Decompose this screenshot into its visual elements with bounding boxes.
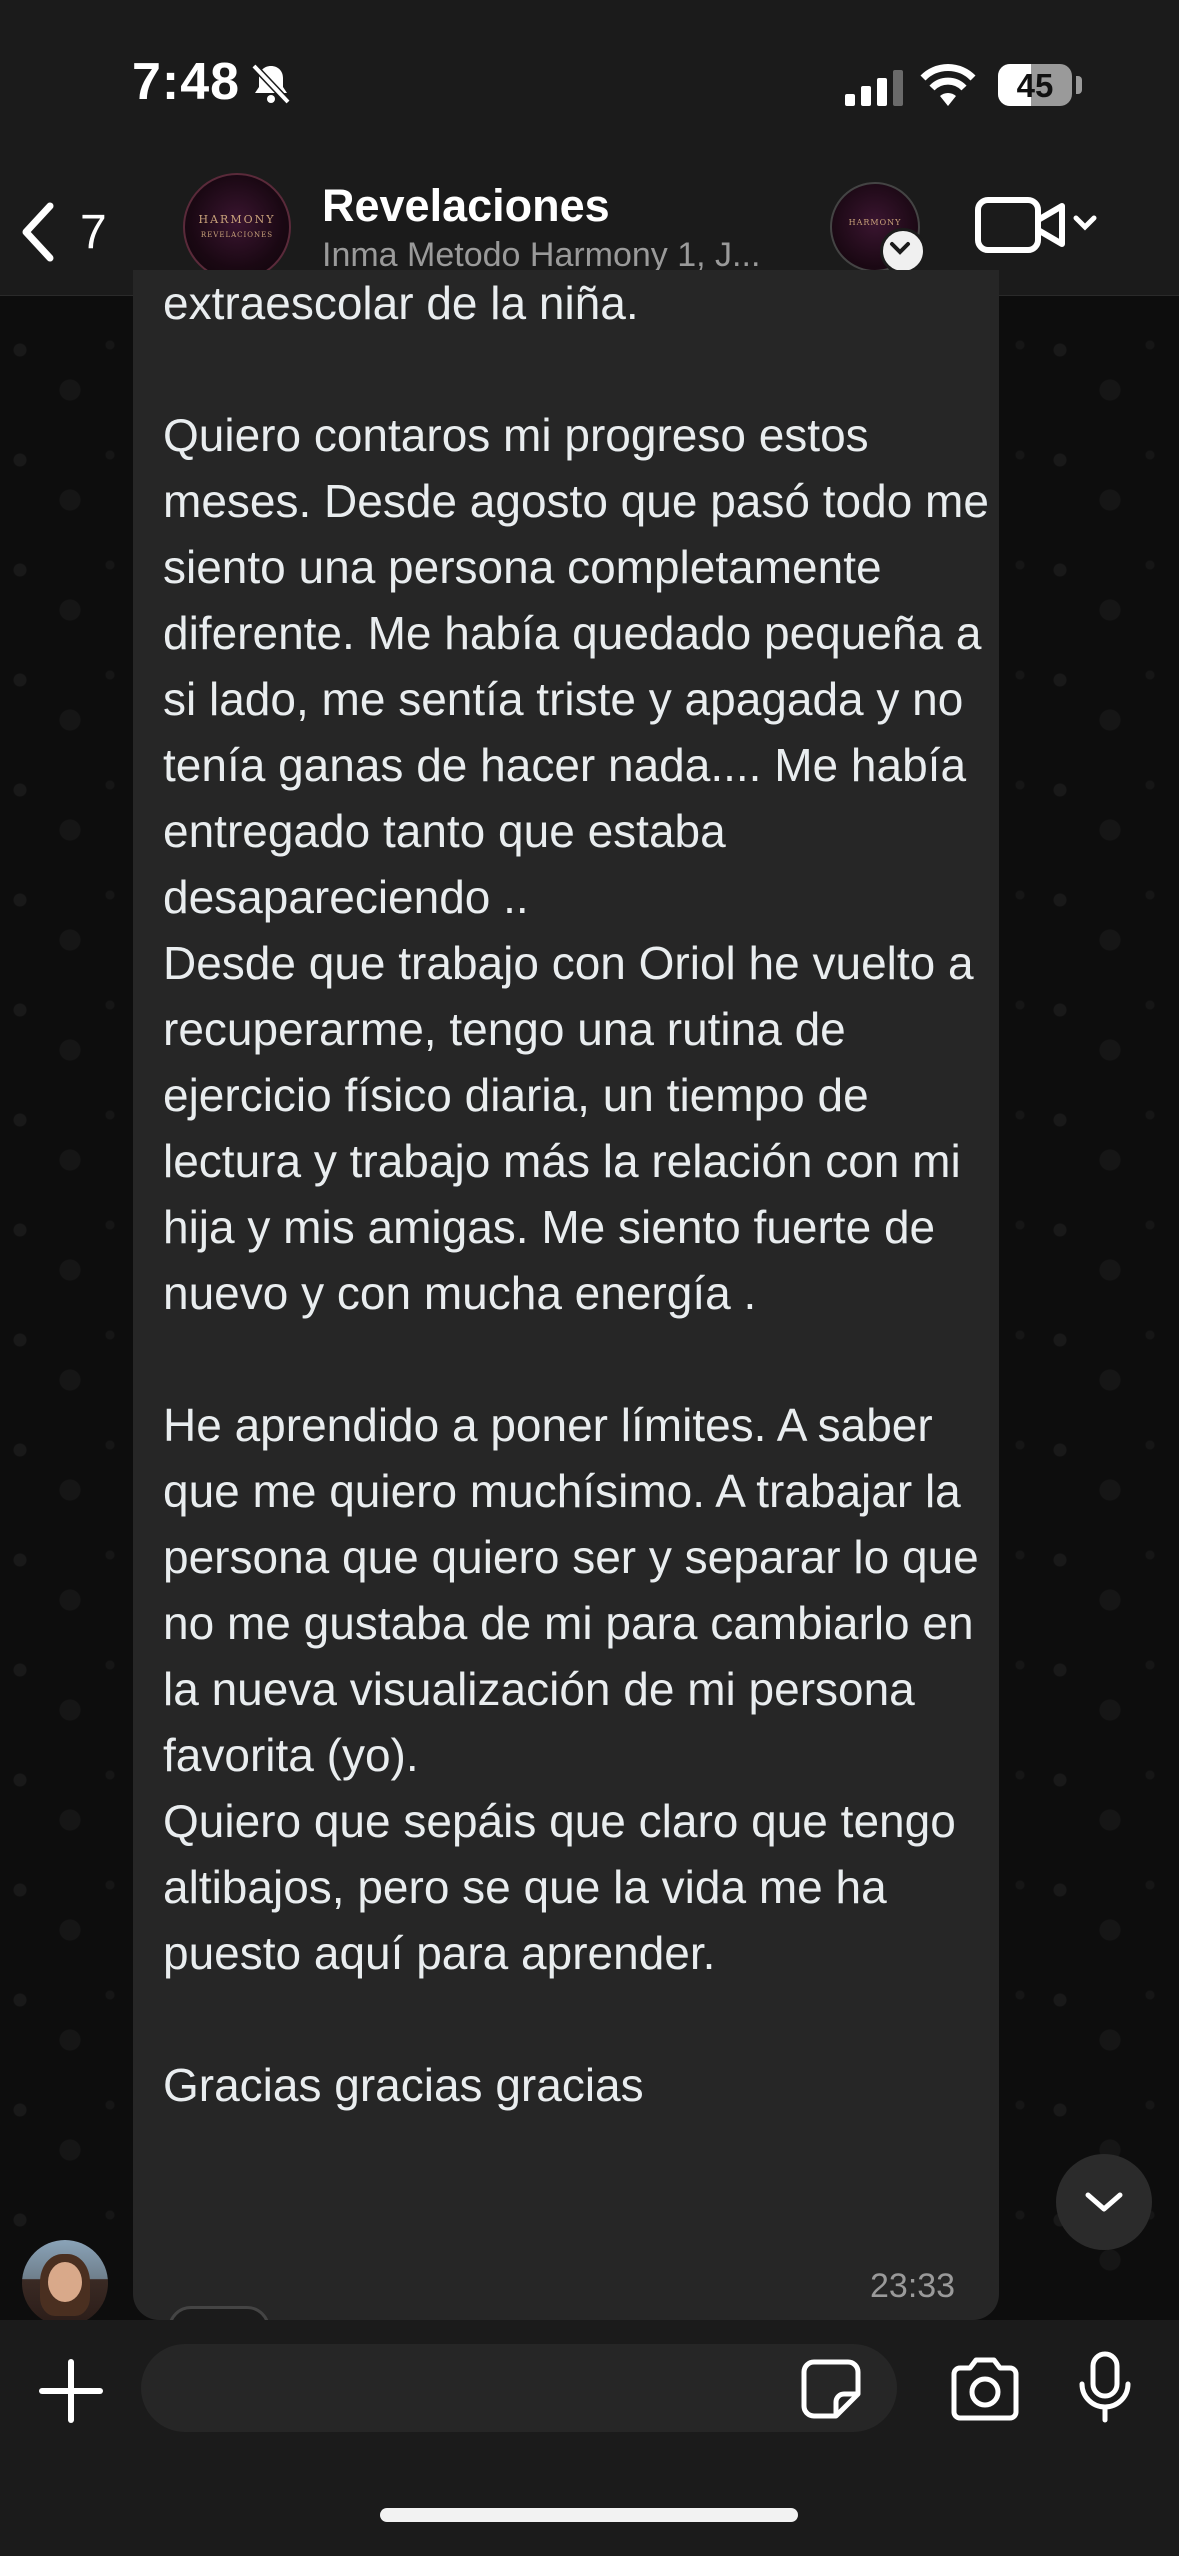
- home-indicator: [380, 2508, 798, 2522]
- battery-cap: [1076, 76, 1082, 94]
- chevron-down-icon: [1085, 2192, 1123, 2212]
- scroll-to-bottom-button[interactable]: [1056, 2154, 1152, 2250]
- sticker-button[interactable]: [800, 2358, 862, 2420]
- chevron-down-icon: [890, 242, 910, 255]
- group-avatar-logo-top: HARMONY: [198, 213, 276, 226]
- input-bar: [0, 2320, 1179, 2556]
- sender-avatar[interactable]: [22, 2240, 108, 2326]
- camera-button[interactable]: [948, 2356, 1022, 2422]
- battery-indicator: 45: [998, 64, 1072, 106]
- status-check-badge: [880, 228, 926, 274]
- group-avatar-logo-bottom: REVELACIONES: [200, 231, 274, 239]
- message-text: extraescolar de la niña. Quiero contaros…: [163, 277, 989, 2111]
- sticker-icon: [801, 2359, 861, 2419]
- battery-percent: 45: [1016, 67, 1054, 104]
- group-avatar[interactable]: HARMONY REVELACIONES: [183, 173, 291, 281]
- message-timestamp: 23:33: [870, 2267, 956, 2305]
- message-input[interactable]: [141, 2344, 897, 2432]
- video-camera-icon: [975, 197, 1097, 253]
- attach-button[interactable]: [36, 2356, 106, 2426]
- wifi-icon: [920, 64, 976, 106]
- microphone-button[interactable]: [1074, 2350, 1136, 2426]
- sender-avatar-face: [48, 2262, 82, 2302]
- plus-icon: [39, 2359, 103, 2423]
- group-name[interactable]: Revelaciones: [322, 180, 610, 232]
- status-time: 7:48: [132, 53, 241, 111]
- camera-icon: [951, 2357, 1019, 2421]
- chevron-left-icon: [22, 202, 54, 262]
- bell-slash-icon: [251, 63, 291, 105]
- status-bar: 7:48 45: [0, 0, 1179, 170]
- microphone-icon: [1079, 2351, 1131, 2423]
- back-button[interactable]: 7: [18, 190, 138, 274]
- unread-count: 7: [80, 205, 107, 259]
- status-avatar-logo: HARMONY: [848, 218, 902, 227]
- video-call-button[interactable]: [972, 190, 1102, 260]
- cellular-signal-icon: [845, 70, 903, 106]
